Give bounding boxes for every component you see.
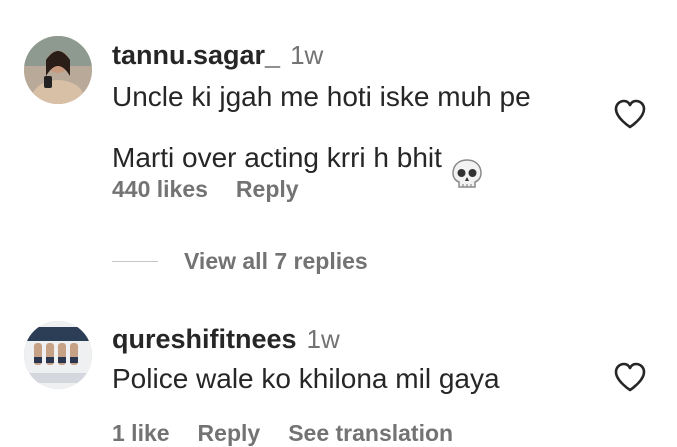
skull-icon — [450, 117, 484, 202]
comment-body: qureshifitnees 1w Police wale ko khilona… — [112, 324, 597, 399]
comment-1: tannu.sagar_ 1w Uncle ki jgah me hoti is… — [0, 0, 677, 240]
comment-text: Police wale ko khilona mil gaya — [112, 363, 500, 394]
avatar[interactable] — [24, 321, 92, 389]
heart-icon[interactable] — [613, 361, 647, 393]
username[interactable]: qureshifitnees — [112, 324, 297, 355]
comment-header: qureshifitnees 1w — [112, 324, 597, 355]
reply-button[interactable]: Reply — [236, 176, 299, 203]
timestamp: 1w — [290, 40, 324, 70]
heart-icon[interactable] — [613, 98, 647, 130]
replies-divider — [112, 261, 158, 262]
comment-actions: 440 likes Reply — [112, 176, 299, 203]
comment-2: qureshifitnees 1w Police wale ko khilona… — [0, 306, 677, 446]
view-replies[interactable]: View all 7 replies — [112, 248, 368, 275]
view-replies-label[interactable]: View all 7 replies — [184, 248, 368, 275]
timestamp: 1w — [306, 324, 340, 354]
username[interactable]: tannu.sagar_ — [112, 40, 280, 71]
comment-header: tannu.sagar_ 1w — [112, 40, 597, 71]
avatar[interactable] — [24, 36, 92, 104]
likes-count[interactable]: 440 likes — [112, 176, 208, 203]
